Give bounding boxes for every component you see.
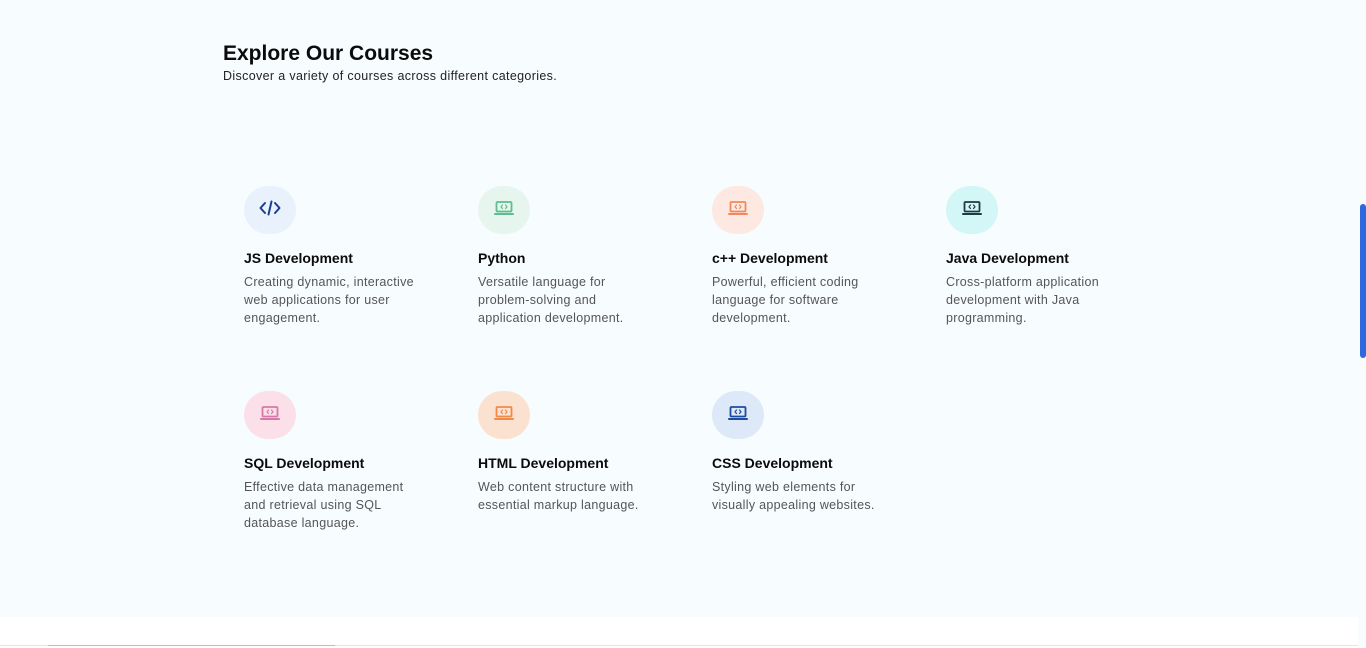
course-title: Python: [478, 250, 526, 266]
course-icon-container: [244, 186, 296, 234]
course-card-html[interactable]: HTML Development Web content structure w…: [478, 391, 712, 596]
course-description: Effective data management and retrieval …: [244, 480, 404, 530]
course-card-cpp[interactable]: c++ Development Powerful, efficient codi…: [712, 186, 946, 391]
laptop-code-icon: [259, 405, 281, 426]
laptop-code-icon: [493, 200, 515, 221]
course-description: Powerful, efficient coding language for …: [712, 275, 859, 325]
course-description: Cross-platform application development w…: [946, 275, 1099, 325]
course-icon-container: [712, 391, 764, 439]
page-subtitle: Discover a variety of courses across dif…: [223, 69, 558, 83]
course-description: Versatile language for problem-solving a…: [478, 275, 624, 325]
course-icon-container: [478, 186, 530, 234]
section-header: Explore Our Courses Discover a variety o…: [223, 40, 557, 84]
course-description: Creating dynamic, interactive web applic…: [244, 275, 414, 325]
course-card-python[interactable]: Python Versatile language for problem-so…: [478, 186, 712, 391]
course-description: Web content structure with essential mar…: [478, 480, 639, 512]
course-description: Styling web elements for visually appeal…: [712, 480, 875, 512]
course-title: JS Development: [244, 250, 353, 266]
next-section-top: [0, 617, 1358, 648]
course-card-sql[interactable]: SQL Development Effective data managemen…: [244, 391, 478, 596]
laptop-code-icon: [727, 405, 749, 426]
laptop-code-icon: [961, 200, 983, 221]
course-grid: JS Development Creating dynamic, interac…: [244, 186, 1180, 596]
course-title: CSS Development: [712, 455, 833, 471]
course-icon-container: [946, 186, 998, 234]
divider-accent: [48, 645, 335, 646]
scrollbar-thumb[interactable]: [1360, 204, 1366, 358]
course-icon-container: [712, 186, 764, 234]
course-title: c++ Development: [712, 250, 828, 266]
course-title: HTML Development: [478, 455, 609, 471]
course-card-js[interactable]: JS Development Creating dynamic, interac…: [244, 186, 478, 391]
course-title: Java Development: [946, 250, 1069, 266]
laptop-code-icon: [727, 200, 749, 221]
laptop-code-icon: [493, 405, 515, 426]
page-title: Explore Our Courses: [223, 42, 434, 65]
course-icon-container: [244, 391, 296, 439]
courses-section: Explore Our Courses Discover a variety o…: [0, 0, 1358, 617]
course-title: SQL Development: [244, 455, 365, 471]
course-card-java[interactable]: Java Development Cross-platform applicat…: [946, 186, 1180, 391]
course-card-css[interactable]: CSS Development Styling web elements for…: [712, 391, 946, 596]
course-icon-container: [478, 391, 530, 439]
code-brackets-icon: [259, 200, 281, 221]
